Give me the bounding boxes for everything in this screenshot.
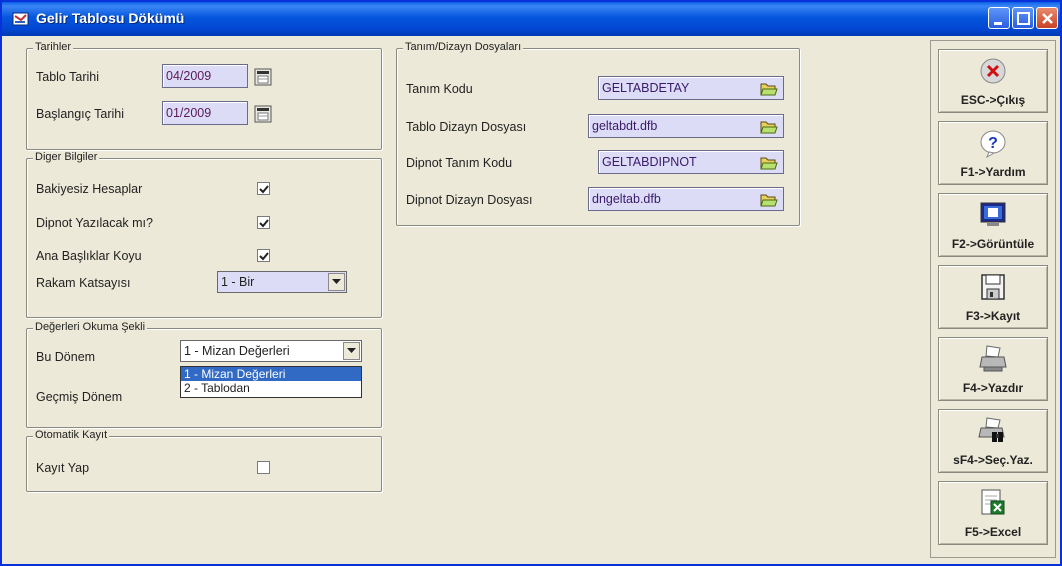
sf4-label: sF4->Seç.Yaz.	[953, 453, 1033, 467]
folder-open-icon[interactable]	[760, 119, 778, 135]
rakam-katsayisi-select[interactable]: 1 - Bir	[217, 271, 347, 293]
excel-icon	[981, 489, 1005, 515]
f5-excel-button[interactable]: F5->Excel	[938, 481, 1048, 545]
f4-label: F4->Yazdır	[962, 381, 1024, 395]
dropdown-option[interactable]: 2 - Tablodan	[181, 381, 361, 395]
tanim-dizayn-legend: Tanım/Dizayn Dosyaları	[403, 41, 524, 53]
tanim-kodu-field[interactable]: GELTABDETAY	[598, 76, 784, 100]
action-toolbar: ESC->Çıkış ? F1->Yardım F2->Görüntüle F3…	[930, 40, 1056, 558]
tablo-tarihi-label: Tablo Tarihi	[36, 70, 100, 84]
bakiyesiz-checkbox[interactable]	[257, 182, 270, 195]
tarihler-legend: Tarihler	[33, 41, 74, 53]
calendar-icon[interactable]	[254, 68, 272, 86]
floppy-disk-icon	[981, 274, 1005, 300]
printer-icon	[979, 345, 1007, 372]
folder-open-icon[interactable]	[760, 81, 778, 97]
folder-open-icon[interactable]	[760, 192, 778, 208]
minimize-button[interactable]	[988, 7, 1010, 29]
f1-label: F1->Yardım	[960, 165, 1026, 179]
checkmark-icon	[259, 219, 269, 228]
ana-baslik-label: Ana Başlıklar Koyu	[36, 249, 142, 263]
maximize-icon	[1017, 12, 1030, 25]
chevron-down-icon	[347, 348, 356, 353]
rakam-katsayisi-value: 1 - Bir	[221, 275, 255, 289]
dipnot-checkbox[interactable]	[257, 216, 270, 229]
tablo-dizayn-label: Tablo Dizayn Dosyası	[406, 120, 527, 134]
exit-icon	[980, 58, 1006, 84]
bu-donem-select[interactable]: 1 - Mizan Değerleri	[180, 340, 362, 362]
baslangic-tarihi-label: Başlangıç Tarihi	[36, 107, 125, 121]
sf4-select-print-button[interactable]: sF4->Seç.Yaz.	[938, 409, 1048, 473]
bu-donem-value: 1 - Mizan Değerleri	[184, 344, 290, 358]
minimize-icon	[994, 22, 1002, 25]
svg-text:?: ?	[988, 135, 998, 152]
dipnot-dizayn-field[interactable]: dngeltab.dfb	[588, 187, 784, 211]
tanim-kodu-label: Tanım Kodu	[406, 82, 473, 96]
dropdown-arrow[interactable]	[328, 273, 345, 291]
maximize-button[interactable]	[1012, 7, 1034, 29]
close-icon	[1042, 13, 1053, 24]
kayit-yap-checkbox[interactable]	[257, 461, 270, 474]
okuma-sekli-legend: Değerleri Okuma Şekli	[33, 321, 148, 333]
rakam-katsayisi-label: Rakam Katsayısı	[36, 276, 131, 290]
dipnot-tanim-label: Dipnot Tanım Kodu	[406, 156, 513, 170]
f2-label: F2->Görüntüle	[951, 237, 1035, 251]
esc-label: ESC->Çıkış	[960, 93, 1026, 107]
help-icon: ?	[980, 130, 1006, 158]
f3-label: F3->Kayıt	[965, 309, 1021, 323]
bu-donem-label: Bu Dönem	[36, 350, 96, 364]
dropdown-arrow[interactable]	[343, 342, 360, 360]
f1-help-button[interactable]: ? F1->Yardım	[938, 121, 1048, 185]
monitor-icon	[980, 202, 1006, 226]
gecmis-donem-label: Geçmiş Dönem	[36, 390, 123, 404]
close-button[interactable]	[1036, 7, 1058, 29]
f3-save-button[interactable]: F3->Kayıt	[938, 265, 1048, 329]
printer-search-icon	[978, 417, 1005, 442]
window-title: Gelir Tablosu Dökümü	[36, 10, 185, 26]
bakiyesiz-label: Bakiyesiz Hesaplar	[36, 182, 143, 196]
dipnot-tanim-field[interactable]: GELTABDIPNOT	[598, 150, 784, 174]
checkmark-icon	[259, 185, 269, 194]
tablo-dizayn-field[interactable]: geltabdt.dfb	[588, 114, 784, 138]
esc-exit-button[interactable]: ESC->Çıkış	[938, 49, 1048, 113]
diger-bilgiler-legend: Diger Bilgiler	[33, 151, 100, 163]
main-window: Gelir Tablosu Dökümü Tarihler Tablo Tari…	[0, 0, 1062, 566]
f4-print-button[interactable]: F4->Yazdır	[938, 337, 1048, 401]
chevron-down-icon	[332, 279, 341, 284]
kayit-yap-label: Kayıt Yap	[36, 461, 90, 475]
checkmark-icon	[259, 252, 269, 261]
calendar-icon[interactable]	[254, 105, 272, 123]
dropdown-option[interactable]: 1 - Mizan Değerleri	[181, 367, 361, 381]
baslangic-tarihi-field[interactable]: 01/2009	[162, 101, 248, 125]
f2-view-button[interactable]: F2->Görüntüle	[938, 193, 1048, 257]
app-icon	[12, 12, 29, 26]
f5-label: F5->Excel	[964, 525, 1022, 539]
dipnot-dizayn-label: Dipnot Dizayn Dosyası	[406, 193, 533, 207]
bu-donem-dropdown-list[interactable]: 1 - Mizan Değerleri 2 - Tablodan	[180, 366, 362, 398]
ana-baslik-checkbox[interactable]	[257, 249, 270, 262]
otomatik-kayit-legend: Otomatik Kayıt	[33, 429, 110, 441]
dipnot-label: Dipnot Yazılacak mı?	[36, 216, 153, 230]
form-body: Tarihler Tablo Tarihi 04/2009 Başlangıç …	[2, 36, 1060, 564]
tablo-tarihi-field[interactable]: 04/2009	[162, 64, 248, 88]
title-bar[interactable]: Gelir Tablosu Dökümü	[2, 2, 1060, 36]
folder-open-icon[interactable]	[760, 155, 778, 171]
